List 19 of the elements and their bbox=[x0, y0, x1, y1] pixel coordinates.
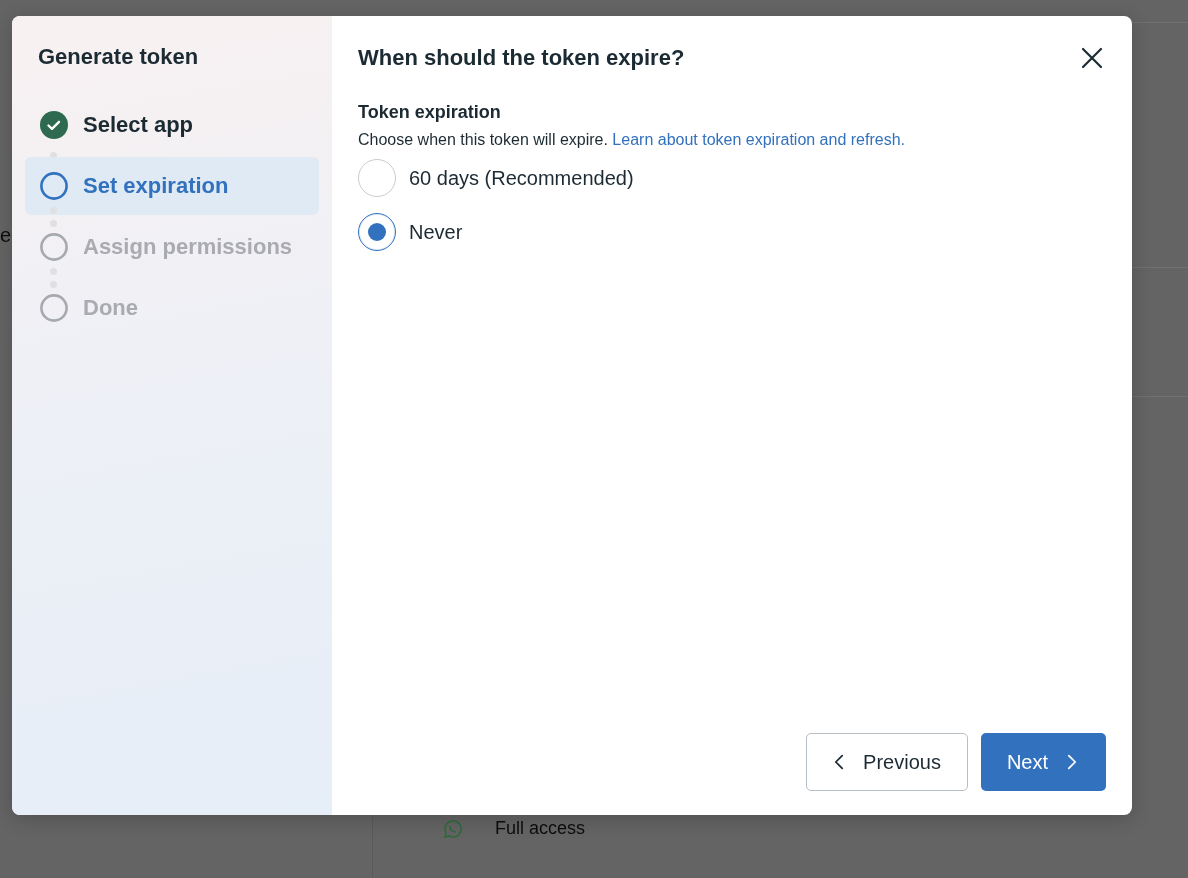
background-text: e bbox=[0, 224, 12, 247]
step-item[interactable]: Set expiration bbox=[25, 157, 319, 215]
circle-icon bbox=[40, 172, 68, 200]
circle-icon bbox=[40, 233, 68, 261]
previous-button[interactable]: Previous bbox=[806, 733, 968, 791]
step-item[interactable]: Select app bbox=[25, 96, 319, 154]
sidebar-title: Generate token bbox=[37, 44, 200, 70]
dialog-title: When should the token expire? bbox=[358, 45, 685, 71]
access-label: Full access bbox=[495, 818, 586, 839]
chat-icon bbox=[443, 818, 463, 839]
option-label[interactable]: Never bbox=[409, 220, 463, 244]
circle-icon bbox=[40, 294, 68, 322]
section-title: Token expiration bbox=[358, 102, 502, 123]
option-label[interactable]: 60 days (Recommended) bbox=[409, 166, 634, 190]
help-link[interactable]: Learn about token expiration and refresh. bbox=[612, 131, 905, 148]
radio-button[interactable] bbox=[358, 213, 396, 251]
check-circle-icon bbox=[40, 111, 68, 139]
next-button[interactable]: Next bbox=[980, 733, 1106, 791]
description-text: Choose when this token will expire. Learn about token expiration and refresh. bbox=[358, 131, 906, 149]
